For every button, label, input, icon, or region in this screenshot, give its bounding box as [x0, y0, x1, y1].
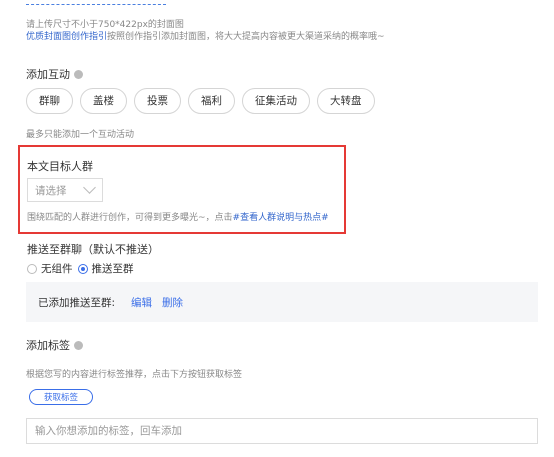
audience-select[interactable]: 请选择 — [27, 178, 103, 202]
interaction-limit-hint: 最多只能添加一个互动活动 — [26, 130, 135, 140]
radio-push[interactable] — [77, 263, 88, 274]
cover-hint: 请上传尺寸不小于750*422px的封面图 优质封面图创作指引按照创作指引添加封… — [26, 19, 385, 43]
push-added-label: 已添加推送至群: — [38, 296, 116, 309]
tags-section-title: 添加标签 — [26, 337, 83, 353]
interaction-chip-floor[interactable]: 盖楼 — [80, 88, 127, 114]
interaction-chip-wheel[interactable]: 大转盘 — [317, 88, 375, 114]
chevron-down-icon — [83, 181, 96, 194]
cover-hint-line2: 按照创作指引添加封面图，将大大提高内容被更大渠道采纳的概率哦~ — [107, 32, 385, 42]
audience-select-value: 请选择 — [35, 184, 67, 197]
cover-hint-line1: 请上传尺寸不小于750*422px的封面图 — [26, 20, 184, 30]
delete-link[interactable]: 删除 — [162, 295, 183, 310]
tags-hint: 根据您写的内容进行标签推荐，点击下方按钮获取标签 — [26, 370, 243, 380]
help-icon[interactable] — [74, 340, 83, 350]
push-options: 无组件 推送至群 — [27, 261, 134, 276]
interaction-options: 群聊 盖楼 投票 福利 征集活动 大转盘 — [26, 88, 375, 114]
push-section-title: 推送至群聊（默认不推送） — [27, 243, 159, 256]
fetch-tags-button[interactable]: 获取标签 — [29, 389, 93, 405]
push-added-panel: 已添加推送至群: 编辑 删除 — [26, 282, 538, 322]
help-icon[interactable] — [74, 69, 83, 79]
radio-none[interactable] — [27, 263, 37, 274]
interaction-chip-vote[interactable]: 投票 — [134, 88, 181, 114]
radio-push-label[interactable]: 推送至群 — [92, 261, 134, 276]
radio-none-label[interactable]: 无组件 — [41, 261, 73, 276]
cover-guide-link[interactable]: 优质封面图创作指引 — [26, 32, 107, 42]
tag-input[interactable]: 输入你想添加的标签，回车添加 — [26, 418, 538, 444]
edit-link[interactable]: 编辑 — [131, 295, 152, 310]
audience-title: 本文目标人群 — [27, 160, 93, 173]
audience-hint-link[interactable]: #查看人群说明与热点# — [233, 213, 329, 223]
interaction-chip-collect[interactable]: 征集活动 — [242, 88, 310, 114]
cover-upload-border — [26, 0, 166, 5]
interaction-chip-welfare[interactable]: 福利 — [188, 88, 235, 114]
interaction-section-title: 添加互动 — [26, 66, 83, 82]
interaction-chip-group-chat[interactable]: 群聊 — [26, 88, 73, 114]
audience-hint: 围绕匹配的人群进行创作，可得到更多曝光~，点击#查看人群说明与热点# — [27, 213, 329, 223]
